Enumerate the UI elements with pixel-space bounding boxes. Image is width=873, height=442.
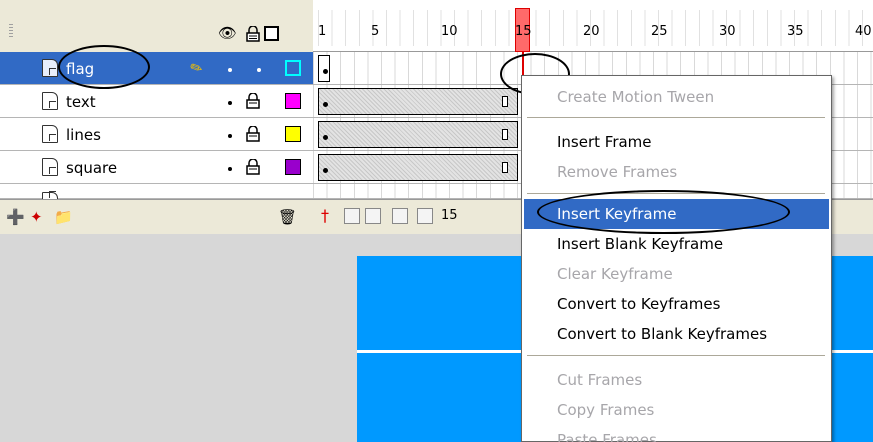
ruler-number: 40 [855,24,872,39]
layer-header: 👁 [0,0,313,52]
frame-ruler[interactable]: 1 5 10 15 20 25 30 35 40 [313,0,873,52]
pencil-icon: ✏ [187,57,206,79]
layer-icon [42,59,58,77]
frame-span[interactable] [318,121,518,148]
add-motion-guide-icon[interactable]: ✦ [30,208,43,226]
outline-color-swatch[interactable] [285,93,301,109]
ruler-number: 1 [318,24,327,39]
ruler-number: 25 [651,24,668,39]
layer-icon [42,158,58,176]
frame-span[interactable] [318,154,518,181]
trash-icon[interactable]: 🗑 [278,208,297,226]
layer-row-text[interactable]: text [0,85,313,118]
annotation-ellipse-menu [537,190,790,234]
menu-item-paste-frames[interactable]: Paste Frames [524,425,829,442]
onion-skin-icon[interactable] [344,208,360,224]
menu-separator [527,355,825,356]
end-frame [502,162,508,173]
menu-item-convert-to-keyframes[interactable]: Convert to Keyframes [524,289,829,319]
menu-item-copy-frames[interactable]: Copy Frames [524,395,829,425]
layer-name: square [66,159,118,177]
end-frame [502,129,508,140]
panel-grip[interactable] [9,24,13,38]
keyframe-dot [323,102,328,107]
frame-span[interactable] [318,88,518,115]
visibility-dot[interactable] [228,167,232,171]
lock-icon[interactable] [246,159,260,175]
layer-name: lines [66,126,101,144]
visibility-dot[interactable] [228,68,232,72]
menu-item-create-motion-tween[interactable]: Create Motion Tween [524,82,829,112]
current-frame: 15 [441,208,458,223]
menu-item-cut-frames[interactable]: Cut Frames [524,365,829,395]
layer-row-lines[interactable]: lines [0,118,313,151]
onion-outlines-icon[interactable] [365,208,381,224]
layer-toolbar: ➕ ✦ 📁 🗑 [0,199,313,234]
ruler-number: 30 [719,24,736,39]
annotation-ellipse-layer [58,45,150,89]
outline-color-swatch[interactable] [285,126,301,142]
lock-icon[interactable] [246,26,260,42]
layer-row-partial[interactable] [0,184,313,200]
ruler-number: 35 [787,24,804,39]
ruler-number: 5 [371,24,380,39]
menu-item-clear-keyframe[interactable]: Clear Keyframe [524,259,829,289]
edit-multiple-frames-icon[interactable] [392,208,408,224]
menu-item-insert-frame[interactable]: Insert Frame [524,127,829,157]
insert-layer-icon[interactable]: ➕ [6,208,25,226]
insert-folder-icon[interactable]: 📁 [54,208,73,226]
keyframe-dot [323,135,328,140]
ruler-number: 20 [583,24,600,39]
lock-icon[interactable] [246,126,260,142]
lock-dot[interactable] [257,68,261,72]
keyframe-dot [323,168,328,173]
layer-row-flag[interactable]: flag ✏ [0,52,313,85]
end-frame [502,96,508,107]
menu-item-convert-to-blank-keyframes[interactable]: Convert to Blank Keyframes [524,319,829,349]
eye-icon[interactable]: 👁 [218,26,237,41]
center-frame-icon[interactable]: † [321,206,329,225]
outline-color-swatch[interactable] [285,60,301,76]
frame-context-menu: Create Motion Tween Insert Frame Remove … [521,75,832,442]
onion-markers-icon[interactable] [417,208,433,224]
visibility-dot[interactable] [228,101,232,105]
layer-name: text [66,93,96,111]
menu-separator [527,117,825,118]
ruler-number: 15 [515,24,532,39]
layer-row-square[interactable]: square [0,151,313,184]
layer-icon [42,92,58,110]
ruler-number: 10 [441,24,458,39]
visibility-dot[interactable] [228,134,232,138]
layer-icon [42,125,58,143]
keyframe-dot [323,69,328,74]
layer-panel: 👁 flag ✏ text lines square ➕ ✦ 📁 🗑 [0,0,313,234]
lock-icon[interactable] [246,93,260,109]
menu-item-remove-frames[interactable]: Remove Frames [524,157,829,187]
outline-color-swatch[interactable] [285,159,301,175]
outline-icon[interactable] [264,26,279,41]
